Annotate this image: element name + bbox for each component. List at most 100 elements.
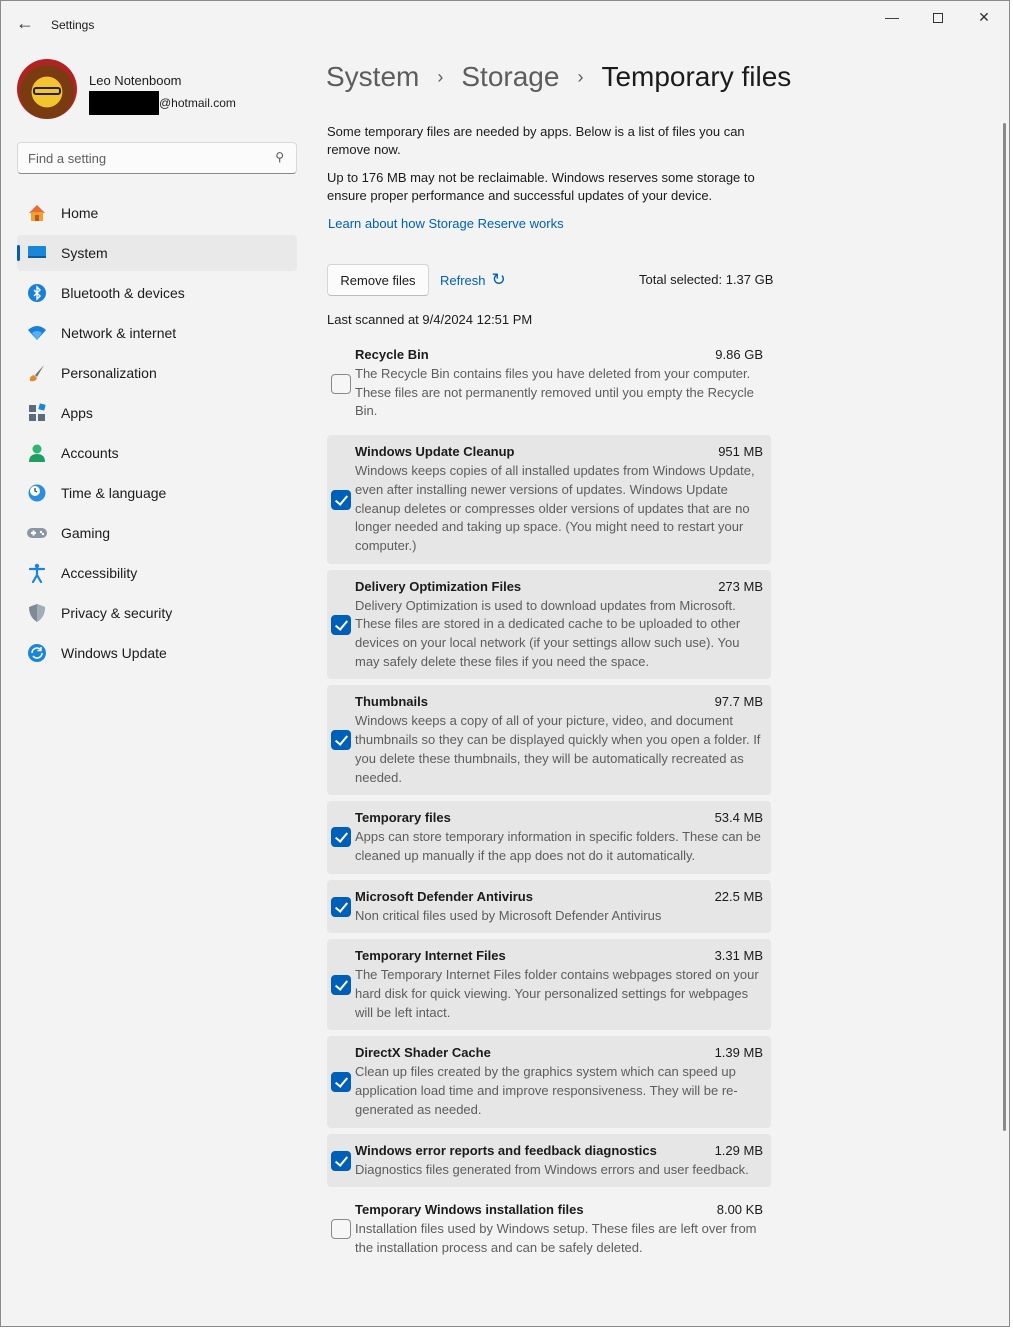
refresh-icon: ↻ [491, 270, 506, 289]
sidebar-item-system[interactable]: System [17, 235, 297, 271]
file-category-size: 1.39 MB [714, 1045, 763, 1061]
file-category-checkbox[interactable] [331, 730, 351, 751]
sidebar-item-network[interactable]: Network & internet [17, 315, 297, 351]
file-category-header: Windows Update Cleanup 951 MB [355, 443, 763, 461]
file-category-item[interactable]: DirectX Shader Cache 1.39 MB Clean up file… [327, 1036, 771, 1128]
sidebar-item-accounts[interactable]: Accounts [17, 435, 297, 471]
file-category-item[interactable]: Temporary Windows installation files 8.00… [327, 1193, 771, 1266]
file-category-item[interactable]: Windows error reports and feedback diagn… [327, 1133, 771, 1188]
file-category-checkbox[interactable] [331, 975, 351, 996]
sidebar-item-label: Time & language [61, 485, 167, 501]
reserve-text: Up to 176 MB may not be reclaimable. Win… [327, 170, 755, 203]
file-category-size: 9.86 GB [715, 347, 763, 362]
file-category-header: DirectX Shader Cache 1.39 MB [355, 1044, 763, 1062]
file-category-name: Delivery Optimization Files [355, 578, 522, 594]
file-category-size: 97.7 MB [714, 694, 763, 710]
file-category-description: Clean up files created by the graphics s… [355, 1064, 738, 1117]
minimize-button[interactable]: — [869, 5, 915, 29]
apps-icon [26, 402, 48, 424]
file-category-item[interactable]: Temporary Internet Files 3.31 MB The Tempo… [327, 939, 771, 1031]
file-category-header: Microsoft Defender Antivirus 22.5 MB [355, 888, 763, 906]
file-category-item[interactable]: Temporary files 53.4 MB Apps can store tem… [327, 801, 771, 874]
file-category-description: Non critical files used by Microsoft Def… [355, 907, 662, 923]
search-icon[interactable]: ⚲ [275, 150, 284, 164]
remove-files-button[interactable]: Remove files [327, 264, 429, 296]
accessibility-icon [26, 562, 48, 584]
sidebar-item-personalization[interactable]: Personalization [17, 355, 297, 391]
sidebar-item-windows-update[interactable]: Windows Update [17, 635, 297, 671]
intro-text: Some temporary files are needed by apps.… [327, 124, 745, 157]
file-category-item[interactable]: Recycle Bin 9.86 GB The Recycle Bin contai… [327, 338, 771, 430]
avatar-glasses-icon [33, 87, 61, 95]
file-category-description: Windows keeps a copy of all of your pict… [355, 713, 761, 785]
breadcrumb-system[interactable]: System [326, 61, 419, 93]
refresh-label: Refresh [440, 272, 486, 288]
file-category-item[interactable]: Windows Update Cleanup 951 MB Windows keep… [327, 435, 771, 564]
bluetooth-icon [26, 282, 48, 304]
sidebar-item-accessibility[interactable]: Accessibility [17, 555, 297, 591]
file-category-item[interactable]: Microsoft Defender Antivirus 22.5 MB Non c… [327, 879, 771, 934]
file-category-checkbox[interactable] [331, 490, 351, 511]
clock-globe-icon [26, 482, 48, 504]
sidebar-nav: Home System Bluetooth & devices Network … [17, 195, 297, 675]
file-category-checkbox[interactable] [331, 827, 351, 848]
file-category-name: DirectX Shader Cache [355, 1045, 491, 1061]
file-category-description: The Temporary Internet Files folder cont… [355, 967, 759, 1020]
breadcrumb: System › Storage › Temporary files [326, 59, 791, 95]
chevron-right-icon: › [437, 66, 444, 87]
file-category-name: Windows error reports and feedback diagn… [355, 1142, 657, 1158]
user-name: Leo Notenboom [89, 73, 182, 88]
sidebar-item-gaming[interactable]: Gaming [17, 515, 297, 551]
file-category-description: Windows keeps copies of all installed up… [355, 463, 755, 553]
title-bar: ← Settings — ✕ [1, 1, 1009, 49]
file-list: Recycle Bin 9.86 GB The Recycle Bin contai… [327, 338, 771, 1272]
sidebar-item-label: Gaming [61, 525, 111, 541]
storage-reserve-link[interactable]: Learn about how Storage Reserve works [328, 216, 564, 231]
file-category-size: 1.29 MB [714, 1142, 763, 1158]
breadcrumb-storage[interactable]: Storage [461, 61, 559, 93]
email-suffix: @hotmail.com [159, 96, 236, 110]
sidebar-item-time-language[interactable]: Time & language [17, 475, 297, 511]
back-arrow-icon[interactable]: ← [13, 11, 37, 35]
refresh-button[interactable]: Refresh ↻ [440, 269, 506, 291]
close-button[interactable]: ✕ [961, 5, 1007, 29]
chevron-right-icon: › [577, 66, 584, 87]
sidebar-item-label: Accounts [61, 445, 119, 461]
last-scanned: Last scanned at 9/4/2024 12:51 PM [327, 312, 533, 327]
redaction-bar [89, 91, 159, 115]
user-profile[interactable]: Leo Notenboom @hotmail.com [17, 57, 297, 119]
file-category-header: Temporary Internet Files 3.31 MB [355, 947, 763, 965]
file-category-item[interactable]: Delivery Optimization Files 273 MB Deliver… [327, 569, 771, 680]
file-category-checkbox[interactable] [331, 614, 351, 635]
search-box[interactable]: ⚲ [17, 142, 297, 174]
sidebar-item-label: Windows Update [61, 645, 167, 661]
file-category-header: Recycle Bin 9.86 GB [355, 346, 763, 364]
scrollbar[interactable] [1003, 123, 1006, 1131]
file-category-header: Temporary Windows installation files 8.00… [355, 1201, 763, 1219]
file-category-checkbox[interactable] [331, 1219, 351, 1240]
maximize-button[interactable] [915, 5, 961, 29]
sidebar-item-privacy-security[interactable]: Privacy & security [17, 595, 297, 631]
file-category-name: Recycle Bin [355, 347, 429, 362]
file-category-size: 951 MB [718, 444, 763, 460]
sidebar-item-label: System [61, 245, 108, 261]
file-category-item[interactable]: Thumbnails 97.7 MB Windows keeps a copy of… [327, 685, 771, 796]
file-category-header: Temporary files 53.4 MB [355, 809, 763, 827]
file-category-checkbox[interactable] [331, 1150, 351, 1171]
file-category-checkbox[interactable] [331, 374, 351, 394]
accounts-icon [26, 442, 48, 464]
file-category-header: Delivery Optimization Files 273 MB [355, 578, 763, 596]
file-category-checkbox[interactable] [331, 1072, 351, 1093]
sidebar-item-home[interactable]: Home [17, 195, 297, 231]
sidebar-item-bluetooth[interactable]: Bluetooth & devices [17, 275, 297, 311]
search-input[interactable] [18, 143, 258, 173]
sidebar-item-label: Network & internet [61, 325, 177, 341]
file-category-checkbox[interactable] [331, 896, 351, 917]
sidebar-item-apps[interactable]: Apps [17, 395, 297, 431]
file-category-size: 273 MB [718, 578, 763, 594]
home-icon [26, 202, 48, 224]
user-email: @hotmail.com [89, 91, 236, 115]
gamepad-icon [26, 522, 48, 544]
shield-icon [26, 602, 48, 624]
file-category-name: Windows Update Cleanup [355, 444, 515, 460]
